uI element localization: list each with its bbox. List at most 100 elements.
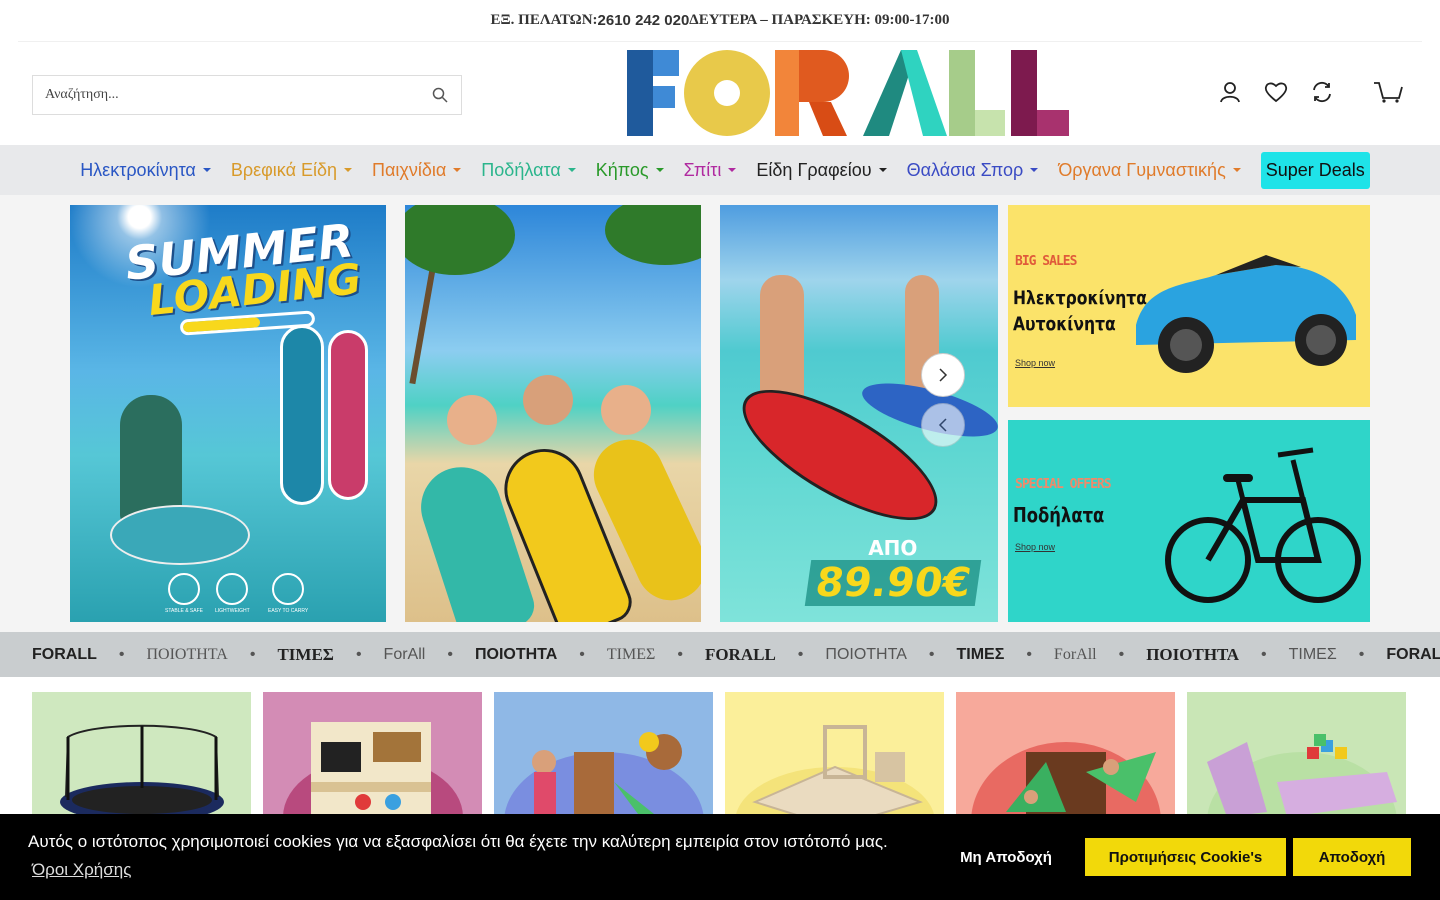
promo-title: Ποδήλατα [1013,503,1105,527]
chevron-down-icon [1030,168,1039,172]
paddleboard-under [110,505,250,565]
compare-icon[interactable] [1310,80,1334,104]
ticker-word: FORALL [704,644,776,664]
ticker-separator: • [355,645,362,663]
feature-stable: STABLE & SAFE [165,573,203,614]
ticker-separator: • [579,645,585,663]
cookie-message: Αυτός ο ιστότοπος χρησιμοποιεί cookies γ… [28,832,888,851]
nav-item-label: Όργανα Γυμναστικής [1058,159,1226,180]
category-tile-trampoline[interactable] [32,692,251,822]
paddleboard-pink [328,330,368,500]
ticker-separator: • [1026,645,1032,663]
ticker-separator: • [447,645,453,663]
search-box[interactable] [32,75,462,115]
search-input[interactable] [45,87,431,103]
search-icon[interactable] [431,86,449,104]
promo-shop-link[interactable]: Shop now [1015,358,1055,368]
bicycle-image [1165,447,1361,603]
nav-item-4[interactable]: Κήπος [586,160,674,181]
ticker-separator: • [1118,645,1125,663]
support-hours: ΔΕΥΤΕΡΑ – ΠΑΡΑΣΚΕΥΗ: 09:00-17:00 [689,12,950,28]
category-tile-play-yard[interactable] [725,692,944,822]
ticker-separator: • [118,645,125,663]
nav-item-5[interactable]: Σπίτι [674,160,747,181]
category-tile-kitchen-toy[interactable] [263,692,482,822]
electric-car-image [1136,255,1356,373]
ticker-word: FORALL [32,645,97,663]
nav-item-label: Είδη Γραφείου [756,159,872,180]
nav-item-label: Βρεφικά Είδη [230,159,338,180]
category-tile-bouncy-castle[interactable] [956,692,1175,822]
kids-paddleboard-banner[interactable] [405,205,701,622]
kid-1 [447,395,497,445]
main-nav: Ηλεκτροκίνητα Βρεφικά Είδη Παιχνίδια Ποδήλα… [0,145,1440,195]
kid-3 [601,385,651,435]
nav-item-label: Παιχνίδια [372,159,447,180]
chevron-down-icon [453,168,462,172]
ticker-word: ΠΟΙΟΤΗΤΑ [474,645,558,663]
cookie-preferences-button[interactable]: Προτιμήσεις Cookie's [1085,838,1286,876]
category-tiles [32,692,1406,822]
ticker-separator: • [928,645,935,663]
feature-carry: EASY TO CARRY [268,573,308,614]
site-logo[interactable] [627,50,1069,136]
ticker-word: ΠΟΙΟΤΗΤΑ [146,645,228,663]
user-icon[interactable] [1218,80,1242,104]
nav-item-label: Ποδήλατα [481,159,561,180]
ticker-word: FORALL [1386,645,1440,663]
cookie-accept-button[interactable]: Αποδοχή [1293,838,1411,876]
ticker-word: ΠΟΙΟΤΗΤΑ [825,645,907,663]
bouncy-castle-image [971,742,1161,822]
chevron-down-icon [878,168,887,172]
carousel-next-button[interactable] [921,353,965,397]
ticker-word: ΤΙΜΕΣ [1288,645,1337,663]
chevron-down-icon [655,168,664,172]
promo-tag: BIG SALES [1015,254,1077,269]
play-yard-image [735,725,935,822]
ticker-separator: • [249,645,256,663]
site-header [0,42,1440,145]
promo-shop-link[interactable]: Shop now [1015,542,1055,552]
nav-item-8[interactable]: Όργανα Γυμναστικής [1048,160,1250,181]
ticker-word: ΠΟΙΟΤΗΤΑ [1146,644,1240,664]
ticker-separator: • [797,645,804,663]
nav-item-0[interactable]: Ηλεκτροκίνητα [70,160,221,181]
nav-item-9[interactable]: Super Deals [1260,151,1370,189]
summer-loading-banner[interactable]: SUMMER LOADING STABLE & SAFE LIGHTWEIGHT… [70,205,386,622]
nav-item-label: Ηλεκτροκίνητα [80,159,196,180]
promo-bicycles[interactable]: SPECIAL OFFERS Ποδήλατα Shop now [1008,420,1370,622]
category-tile-playground[interactable] [494,692,713,822]
nav-item-label: Κήπος [595,159,649,180]
ticker-word: ΤΙΜΕΣ [956,645,1005,663]
cookie-terms-link[interactable]: Όροι Χρήσης [32,860,131,880]
nav-item-3[interactable]: Ποδήλατα [471,160,585,181]
paddleboard-blue [280,325,324,505]
nav-item-6[interactable]: Είδη Γραφείου [746,160,896,181]
nav-item-1[interactable]: Βρεφικά Είδη [221,160,362,181]
kid-2 [523,375,573,425]
category-tile-kids-table[interactable] [1187,692,1406,822]
top-info-bar: ΕΞ. ΠΕΛΑΤΩΝ: 2610 242 020 ΔΕΥΤΕΡΑ – ΠΑΡΑ… [18,0,1422,42]
nav-item-label: Θαλάσια Σπορ [906,159,1024,180]
ticker-word: ForAll [383,645,426,663]
hero-section: SUMMER LOADING STABLE & SAFE LIGHTWEIGHT… [0,195,1440,632]
kids-table-image [1207,734,1397,822]
cookie-consent-bar: Αυτός ο ιστότοπος χρησιμοποιεί cookies γ… [0,814,1440,900]
palm-leaves-left [405,205,515,275]
trampoline-image [60,724,224,822]
promo-electric-cars[interactable]: BIG SALES Ηλεκτροκίνητα Αυτοκίνητα Shop … [1008,205,1370,407]
ticker-word: ΤΙΜΕΣ [277,644,334,664]
playground-image [504,732,704,822]
price-tag: ΑΠΟ 89.90€ [804,536,982,606]
nav-item-7[interactable]: Θαλάσια Σπορ [897,160,1049,181]
nav-item-2[interactable]: Παιχνίδια [362,160,471,181]
support-phone[interactable]: 2610 242 020 [598,12,690,29]
chevron-down-icon [1232,168,1241,172]
cookie-deny-button[interactable]: Μη Αποδοχή [944,838,1068,876]
chevron-down-icon [728,168,737,172]
carousel-prev-button[interactable] [921,403,965,447]
chevron-down-icon [567,168,576,172]
heart-icon[interactable] [1264,80,1288,104]
support-label: ΕΞ. ΠΕΛΑΤΩΝ: [490,12,598,28]
cart-icon[interactable] [1372,80,1404,104]
